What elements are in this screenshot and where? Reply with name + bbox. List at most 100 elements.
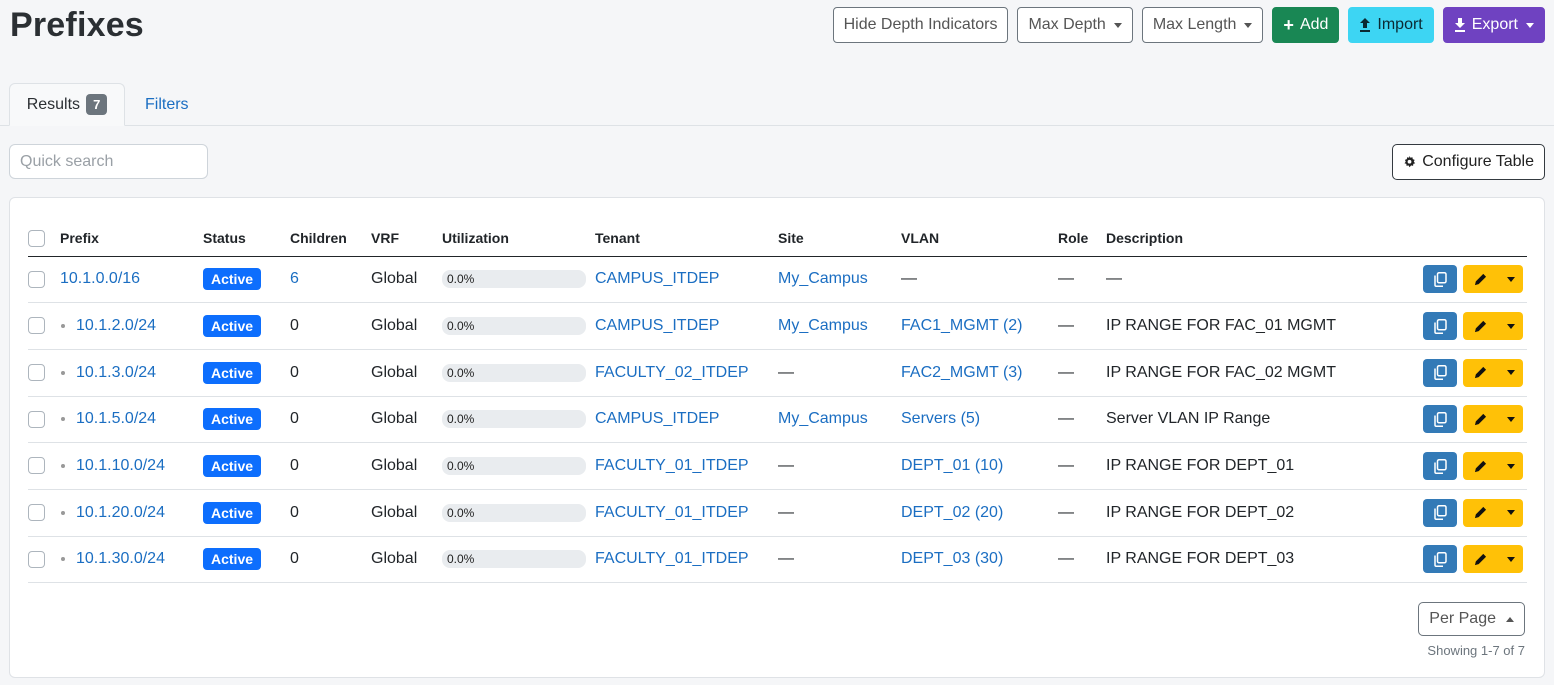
tenant-link[interactable]: FACULTY_01_ITDEP: [595, 550, 749, 567]
column-header-role[interactable]: Role: [1058, 220, 1106, 257]
column-header-prefix[interactable]: Prefix: [60, 220, 203, 257]
edit-menu-toggle[interactable]: [1497, 510, 1523, 516]
tab-bar: Results 7 Filters: [0, 83, 1554, 126]
results-card: Prefix Status Children VRF Utilization T…: [9, 197, 1545, 678]
edit-menu-toggle[interactable]: [1497, 463, 1523, 469]
column-header-status[interactable]: Status: [203, 220, 290, 257]
add-button[interactable]: + Add: [1272, 7, 1340, 43]
site-link[interactable]: My_Campus: [778, 317, 868, 334]
row-checkbox[interactable]: [28, 317, 45, 335]
depth-indicator-icon: [61, 510, 65, 515]
utilization-value: 0.0%: [447, 459, 475, 474]
pencil-icon: [1474, 320, 1486, 332]
copy-button[interactable]: [1423, 312, 1457, 341]
vlan-link: —: [901, 270, 917, 288]
edit-button[interactable]: [1463, 452, 1523, 481]
column-header-children[interactable]: Children: [290, 220, 371, 257]
utilization-bar: 0.0%: [442, 317, 586, 336]
edit-button[interactable]: [1463, 312, 1523, 341]
export-dropdown[interactable]: Export: [1442, 7, 1545, 43]
edit-menu-toggle[interactable]: [1497, 416, 1523, 422]
column-header-vlan[interactable]: VLAN: [901, 220, 1058, 257]
per-page-dropdown[interactable]: Per Page: [1418, 602, 1525, 636]
prefix-link[interactable]: 10.1.0.0/16: [60, 270, 140, 288]
row-checkbox[interactable]: [28, 550, 45, 568]
prefix-link[interactable]: 10.1.3.0/24: [76, 364, 156, 382]
hide-depth-indicators-button[interactable]: Hide Depth Indicators: [832, 7, 1009, 43]
copy-icon: [1433, 318, 1447, 334]
vrf-value: Global: [371, 317, 418, 335]
edit-button[interactable]: [1463, 358, 1523, 387]
edit-button[interactable]: [1463, 545, 1523, 574]
column-header-description[interactable]: Description: [1106, 220, 1380, 257]
column-header-tenant[interactable]: Tenant: [595, 220, 778, 257]
column-header-utilization[interactable]: Utilization: [442, 220, 595, 257]
max-depth-dropdown[interactable]: Max Depth: [1017, 7, 1133, 43]
row-checkbox[interactable]: [28, 504, 45, 522]
edit-button[interactable]: [1463, 498, 1523, 527]
row-checkbox[interactable]: [28, 363, 45, 381]
vlan-link[interactable]: DEPT_02 (20): [901, 504, 1003, 521]
edit-menu-toggle[interactable]: [1497, 556, 1523, 562]
column-header-vrf[interactable]: VRF: [371, 220, 442, 257]
description-value: IP RANGE FOR DEPT_01: [1106, 457, 1295, 475]
tenant-link[interactable]: CAMPUS_ITDEP: [595, 410, 719, 427]
depth-indicator-icon: [61, 557, 65, 562]
configure-table-label: Configure Table: [1422, 153, 1534, 170]
tenant-link[interactable]: FACULTY_01_ITDEP: [595, 457, 749, 474]
site-link[interactable]: My_Campus: [778, 410, 868, 427]
role-value: —: [1058, 550, 1074, 568]
select-all-checkbox[interactable]: [28, 229, 45, 247]
configure-table-button[interactable]: Configure Table: [1392, 144, 1545, 180]
utilization-bar: 0.0%: [442, 410, 586, 429]
tenant-link[interactable]: FACULTY_02_ITDEP: [595, 364, 749, 381]
edit-menu-toggle[interactable]: [1497, 323, 1523, 329]
copy-button[interactable]: [1423, 545, 1457, 574]
quick-search-input[interactable]: [9, 144, 208, 179]
children-count: 0: [290, 410, 299, 428]
description-value: —: [1106, 270, 1122, 288]
caret-down-icon: [1507, 510, 1515, 516]
tab-results[interactable]: Results 7: [9, 83, 125, 126]
row-checkbox[interactable]: [28, 410, 45, 428]
vlan-link[interactable]: DEPT_03 (30): [901, 550, 1003, 567]
children-count: 0: [290, 363, 299, 381]
role-value: —: [1058, 317, 1074, 335]
vlan-link[interactable]: FAC1_MGMT (2): [901, 317, 1023, 334]
copy-icon: [1433, 411, 1447, 427]
copy-button[interactable]: [1423, 498, 1457, 527]
import-button[interactable]: Import: [1348, 7, 1434, 43]
prefix-link[interactable]: 10.1.2.0/24: [76, 317, 156, 335]
vlan-link[interactable]: DEPT_01 (10): [901, 457, 1003, 474]
edit-menu-toggle[interactable]: [1497, 276, 1523, 282]
vrf-value: Global: [371, 363, 418, 381]
caret-down-icon: [1113, 22, 1122, 28]
children-link[interactable]: 6: [290, 270, 299, 287]
site-link: —: [778, 457, 794, 475]
tenant-link[interactable]: CAMPUS_ITDEP: [595, 270, 719, 287]
prefix-link[interactable]: 10.1.30.0/24: [76, 550, 165, 568]
utilization-bar: 0.0%: [442, 363, 586, 382]
prefix-link[interactable]: 10.1.5.0/24: [76, 410, 156, 428]
site-link[interactable]: My_Campus: [778, 270, 868, 287]
upload-icon: [1360, 18, 1371, 32]
tenant-link[interactable]: CAMPUS_ITDEP: [595, 317, 719, 334]
copy-button[interactable]: [1423, 358, 1457, 387]
max-length-dropdown[interactable]: Max Length: [1141, 7, 1264, 43]
vlan-link[interactable]: Servers (5): [901, 410, 980, 427]
tab-filters[interactable]: Filters: [145, 83, 189, 126]
caret-up-icon: [1506, 616, 1514, 622]
copy-button[interactable]: [1423, 452, 1457, 481]
edit-button[interactable]: [1463, 265, 1523, 294]
edit-menu-toggle[interactable]: [1497, 370, 1523, 376]
tenant-link[interactable]: FACULTY_01_ITDEP: [595, 504, 749, 521]
vlan-link[interactable]: FAC2_MGMT (3): [901, 364, 1023, 381]
row-checkbox[interactable]: [28, 457, 45, 475]
prefix-link[interactable]: 10.1.20.0/24: [76, 504, 165, 522]
row-checkbox[interactable]: [28, 270, 45, 288]
prefix-link[interactable]: 10.1.10.0/24: [76, 457, 165, 475]
copy-button[interactable]: [1423, 265, 1457, 294]
edit-button[interactable]: [1463, 405, 1523, 434]
copy-button[interactable]: [1423, 405, 1457, 434]
column-header-site[interactable]: Site: [778, 220, 901, 257]
